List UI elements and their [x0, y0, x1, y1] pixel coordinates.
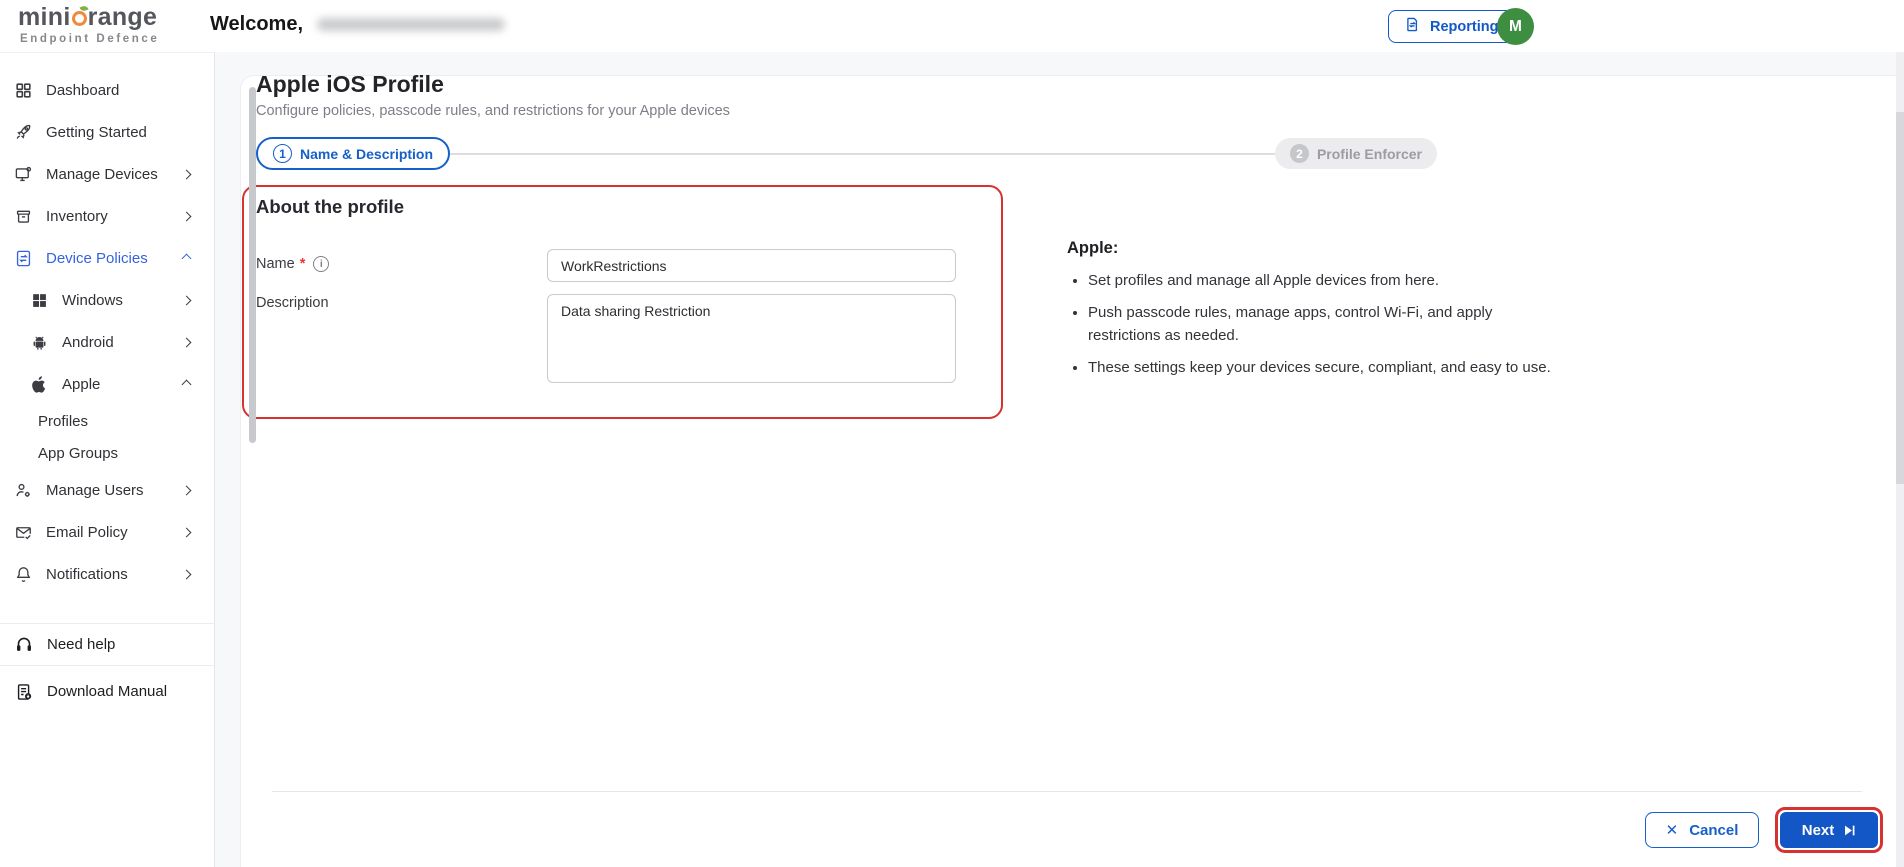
- sidebar-item-manage-users[interactable]: Manage Users: [0, 469, 214, 511]
- info-bullet: Set profiles and manage all Apple device…: [1088, 269, 1556, 292]
- sidebar-item-label: Profiles: [38, 412, 89, 430]
- chevron-right-icon: [181, 337, 192, 347]
- next-button[interactable]: Next: [1780, 812, 1878, 848]
- sidebar-item-android[interactable]: Android: [0, 321, 214, 363]
- sidebar-item-windows[interactable]: Windows: [0, 279, 214, 321]
- right-scrollbar-thumb[interactable]: [1896, 112, 1904, 484]
- info-bullet: These settings keep your devices secure,…: [1088, 356, 1556, 379]
- sidebar-item-need-help[interactable]: Need help: [0, 623, 214, 665]
- logo-subtitle: Endpoint Defence: [20, 33, 160, 45]
- stepper-connector: [450, 152, 1275, 155]
- sidebar-item-label: Need help: [47, 636, 116, 653]
- app-logo: mini range Endpoint Defence: [18, 3, 160, 46]
- chevron-right-icon: [181, 211, 192, 221]
- policy-doc-icon: [14, 249, 33, 268]
- headset-icon: [14, 635, 34, 655]
- step-1-number: 1: [273, 144, 292, 163]
- username-redacted: [317, 18, 505, 31]
- step-2-number: 2: [1289, 144, 1309, 163]
- bell-icon: [14, 565, 33, 584]
- reporting-button[interactable]: Reporting: [1388, 10, 1515, 43]
- left-scrollbar[interactable]: [249, 87, 256, 443]
- chevron-right-icon: [181, 295, 192, 305]
- step-1-label: Name & Description: [300, 145, 434, 162]
- apple-info-title: Apple:: [1067, 239, 1119, 257]
- chevron-right-icon: [181, 485, 192, 495]
- sidebar-item-profiles[interactable]: Profiles: [0, 405, 214, 437]
- sidebar-item-manage-devices[interactable]: Manage Devices: [0, 153, 214, 195]
- footer-divider: [272, 791, 1862, 792]
- sidebar-item-label: Windows: [62, 291, 123, 309]
- sidebar-item-app-groups[interactable]: App Groups: [0, 437, 214, 469]
- skip-next-icon: [1845, 825, 1855, 835]
- apple-info-bullets: Set profiles and manage all Apple device…: [1070, 269, 1556, 388]
- user-avatar[interactable]: M: [1497, 8, 1534, 45]
- sidebar: Dashboard Getting Started Manage Devices In…: [0, 52, 215, 867]
- monitor-icon: [14, 165, 33, 184]
- stepper-step-profile-enforcer[interactable]: 2 Profile Enforcer: [1274, 138, 1437, 169]
- inventory-icon: [14, 207, 33, 226]
- rocket-icon: [14, 123, 33, 142]
- sidebar-footer: Need help Download Manual: [0, 623, 214, 717]
- sidebar-item-notifications[interactable]: Notifications: [0, 553, 214, 595]
- cancel-button[interactable]: ✕ Cancel: [1645, 812, 1759, 848]
- logo-wordmark: mini range: [18, 3, 158, 31]
- sidebar-item-getting-started[interactable]: Getting Started: [0, 111, 214, 153]
- sidebar-item-email-policy[interactable]: Email Policy: [0, 511, 214, 553]
- chevron-right-icon: [181, 169, 192, 179]
- doc-download-icon: [14, 682, 34, 702]
- sidebar-item-label: Download Manual: [47, 683, 168, 700]
- chevron-right-icon: [181, 527, 192, 537]
- report-document-icon: [1404, 16, 1421, 37]
- windows-icon: [30, 291, 49, 310]
- chevron-up-icon: [181, 379, 192, 389]
- sidebar-item-label: Inventory: [46, 207, 108, 225]
- sidebar-item-label: Manage Devices: [46, 165, 158, 183]
- android-icon: [30, 333, 49, 352]
- sidebar-item-device-policies[interactable]: Device Policies: [0, 237, 214, 279]
- page-title: Apple iOS Profile: [256, 71, 444, 97]
- sidebar-item-label: Getting Started: [46, 123, 147, 141]
- stepper: 1 Name & Description 2 Profile Enforcer: [256, 137, 1437, 170]
- sidebar-item-label: Manage Users: [46, 481, 144, 499]
- annotation-red-box: [242, 185, 1003, 419]
- sidebar-item-label: Device Policies: [46, 249, 148, 267]
- sidebar-item-download-manual[interactable]: Download Manual: [0, 665, 214, 717]
- sidebar-item-inventory[interactable]: Inventory: [0, 195, 214, 237]
- info-bullet: Push passcode rules, manage apps, contro…: [1088, 301, 1556, 347]
- chevron-up-icon: [181, 253, 192, 263]
- sidebar-item-label: Apple: [62, 375, 101, 393]
- sidebar-nav: Dashboard Getting Started Manage Devices In…: [0, 53, 214, 595]
- welcome-text: Welcome,: [210, 13, 505, 36]
- apple-icon: [30, 375, 49, 394]
- sidebar-item-apple[interactable]: Apple: [0, 363, 214, 405]
- sidebar-item-label: Dashboard: [46, 81, 120, 99]
- logo-orange-icon: [71, 11, 87, 26]
- app-header: mini range Endpoint Defence Welcome, Repo…: [0, 0, 1904, 52]
- sidebar-item-label: Android: [62, 333, 114, 351]
- step-2-label: Profile Enforcer: [1316, 145, 1422, 162]
- sidebar-item-dashboard[interactable]: Dashboard: [0, 69, 214, 111]
- close-icon: ✕: [1665, 821, 1679, 839]
- chevron-right-icon: [181, 569, 192, 579]
- right-scrollbar-track[interactable]: [1896, 52, 1904, 867]
- sidebar-item-label: Notifications: [46, 565, 128, 583]
- dashboard-icon: [14, 81, 33, 100]
- mail-check-icon: [14, 523, 33, 542]
- sidebar-item-label: App Groups: [38, 444, 119, 462]
- user-gear-icon: [14, 481, 33, 500]
- sidebar-item-label: Email Policy: [46, 523, 128, 541]
- page-subtitle: Configure policies, passcode rules, and …: [256, 103, 730, 119]
- stepper-step-name-description[interactable]: 1 Name & Description: [256, 137, 451, 170]
